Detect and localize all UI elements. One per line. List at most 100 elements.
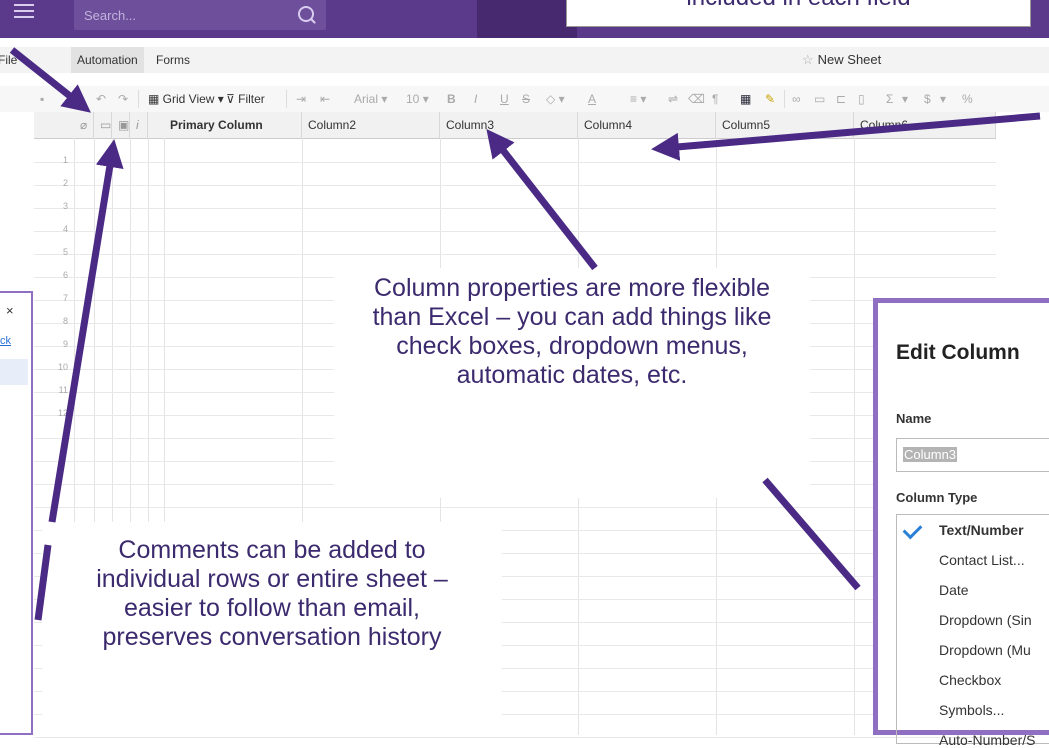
column-properties-callout: Column properties are more flexible than… [334, 268, 810, 498]
option-dropdown-multi[interactable]: Dropdown (Mu [939, 642, 1031, 658]
align-icon[interactable]: ≡ ▾ [630, 90, 646, 108]
row-number[interactable]: 9 [34, 333, 74, 356]
column-header-4[interactable]: Column4 [578, 112, 716, 138]
toolbar-divider [286, 90, 287, 108]
paragraph-icon[interactable]: ¶ [712, 90, 718, 108]
row-number[interactable]: 2 [34, 172, 74, 195]
search-box[interactable] [74, 0, 326, 30]
top-callout-text: included in each field [686, 0, 910, 11]
top-callout: included in each field [566, 0, 1031, 27]
row-number[interactable]: 8 [34, 310, 74, 333]
row-number[interactable]: 3 [34, 195, 74, 218]
panel-link[interactable]: ck [0, 335, 11, 347]
underline-button[interactable]: U [500, 90, 509, 108]
column-header-primary[interactable]: Primary Column [164, 112, 302, 138]
column-header-row: ⌀ ▭ ▣ i Primary Column Column2 Column3 C… [34, 112, 996, 139]
grid-view-button[interactable]: ▦ Grid View ▾ [148, 90, 224, 108]
filter-icon: ⊽ [226, 92, 239, 106]
option-date[interactable]: Date [939, 582, 969, 598]
info-icon[interactable]: i [130, 112, 148, 138]
font-size-dropdown[interactable]: 10 ▾ [406, 90, 429, 108]
undo-icon[interactable]: ↶ [96, 90, 106, 108]
search-input[interactable] [82, 4, 296, 26]
grid-horizontal-line [34, 737, 996, 738]
comments-callout: Comments can be added to individual rows… [42, 522, 502, 735]
menu-forms[interactable]: Forms [150, 47, 196, 73]
image-icon[interactable]: ▭ [814, 90, 825, 108]
toolbar-divider [784, 90, 785, 108]
highlight-changes-icon[interactable]: ▦ [740, 90, 751, 108]
option-auto-number[interactable]: Auto-Number/S [939, 732, 1035, 748]
column-header-3[interactable]: Column3 [440, 112, 578, 138]
option-contact-list[interactable]: Contact List... [939, 552, 1025, 568]
hamburger-menu-icon[interactable] [14, 4, 34, 20]
row-number[interactable]: 6 [34, 264, 74, 287]
menu-automation[interactable]: Automation [71, 47, 144, 73]
row-number[interactable]: 10 [34, 356, 74, 379]
text-color-button[interactable]: A [588, 90, 596, 108]
outdent-icon[interactable]: ⇤ [320, 90, 330, 108]
search-icon[interactable] [298, 6, 314, 22]
grid-horizontal-line [34, 162, 996, 163]
pencil-icon[interactable]: ✎ [765, 90, 775, 108]
row-number[interactable]: 5 [34, 241, 74, 264]
attachment-icon[interactable]: ⌀ [74, 112, 94, 138]
row-number[interactable]: 12 [34, 402, 74, 425]
column-header-6[interactable]: Column6 [854, 112, 996, 138]
strikethrough-button[interactable]: S [522, 90, 530, 108]
favorite-star-icon[interactable]: ☆ [802, 52, 814, 67]
italic-button[interactable]: I [474, 90, 477, 108]
grid-horizontal-line [34, 231, 996, 232]
grid-horizontal-line [34, 254, 996, 255]
proof-icon[interactable]: ▣ [112, 112, 130, 138]
percent-button[interactable]: % [962, 90, 973, 108]
edit-column-dialog: Edit Column Name Column3 Column Type Tex… [873, 298, 1049, 748]
option-text-number[interactable]: Text/Number [939, 522, 1024, 538]
close-icon[interactable]: × [6, 303, 14, 318]
link-icon[interactable]: ∞ [792, 90, 801, 108]
font-dropdown[interactable]: Arial ▾ [354, 90, 387, 108]
grid-icon: ▦ [148, 92, 163, 106]
column-icon[interactable]: ▯ [858, 90, 865, 108]
indent-icon[interactable]: ⇥ [296, 90, 306, 108]
row-number[interactable]: 1 [34, 149, 74, 172]
save-icon[interactable]: ▪ [40, 90, 44, 108]
comment-icon[interactable]: ▭ [94, 112, 112, 138]
option-checkbox[interactable]: Checkbox [939, 672, 1001, 688]
wrap-icon[interactable]: ⇌ [668, 90, 678, 108]
column-header-2[interactable]: Column2 [302, 112, 440, 138]
font-label: Arial [354, 92, 379, 106]
filter-button[interactable]: ⊽ Filter [226, 90, 265, 108]
toolbar-divider [138, 90, 139, 108]
left-side-panel: × ck [0, 291, 33, 735]
fill-color-icon[interactable]: ◇ ▾ [546, 90, 565, 108]
row-number[interactable]: 7 [34, 287, 74, 310]
sum-button[interactable]: Σ [886, 90, 893, 108]
column-type-label: Column Type [896, 490, 978, 505]
checkmark-icon [902, 519, 923, 540]
dialog-title: Edit Column [896, 341, 1020, 364]
sum-dropdown-icon[interactable]: ▾ [902, 90, 908, 108]
option-dropdown-single[interactable]: Dropdown (Sin [939, 612, 1032, 628]
bold-button[interactable]: B [447, 90, 456, 108]
sheet-name[interactable]: ☆ New Sheet [802, 47, 881, 73]
print-icon[interactable]: ▤ [68, 90, 79, 108]
hierarchy-icon[interactable]: ⊏ [836, 90, 846, 108]
redo-icon[interactable]: ↷ [118, 90, 128, 108]
grid-horizontal-line [34, 208, 996, 209]
currency-button[interactable]: $ [924, 90, 931, 108]
row-number[interactable]: 4 [34, 218, 74, 241]
menu-file[interactable]: File [0, 47, 23, 73]
clear-format-icon[interactable]: ⌫ [688, 90, 705, 108]
column-name-value: Column3 [903, 447, 958, 462]
option-symbols[interactable]: Symbols... [939, 702, 1004, 718]
currency-dropdown-icon[interactable]: ▾ [940, 90, 946, 108]
top-bar-tab[interactable] [477, 0, 577, 38]
column-name-input[interactable]: Column3 [896, 438, 1049, 472]
column-type-list: Text/Number Contact List... Date Dropdow… [896, 514, 1049, 748]
column-header-5[interactable]: Column5 [716, 112, 854, 138]
row-number[interactable]: 11 [34, 379, 74, 402]
column-properties-text: Column properties are more flexible than… [372, 274, 772, 389]
comments-text: Comments can be added to individual rows… [96, 536, 448, 651]
filter-label: Filter [238, 92, 265, 106]
